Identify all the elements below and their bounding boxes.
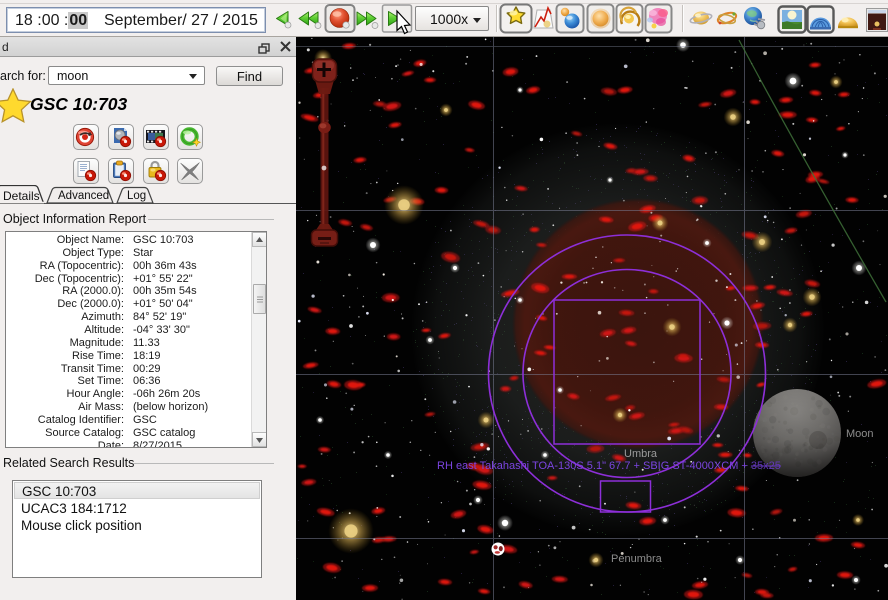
svg-text:Penumbra: Penumbra: [611, 553, 663, 565]
svg-text:Moon: Moon: [846, 428, 874, 440]
svg-text:RH east Takahashi TOA-130S 5.1: RH east Takahashi TOA-130S 5.1" 67.7 + S…: [437, 460, 781, 472]
svg-text:Umbra: Umbra: [624, 448, 658, 460]
